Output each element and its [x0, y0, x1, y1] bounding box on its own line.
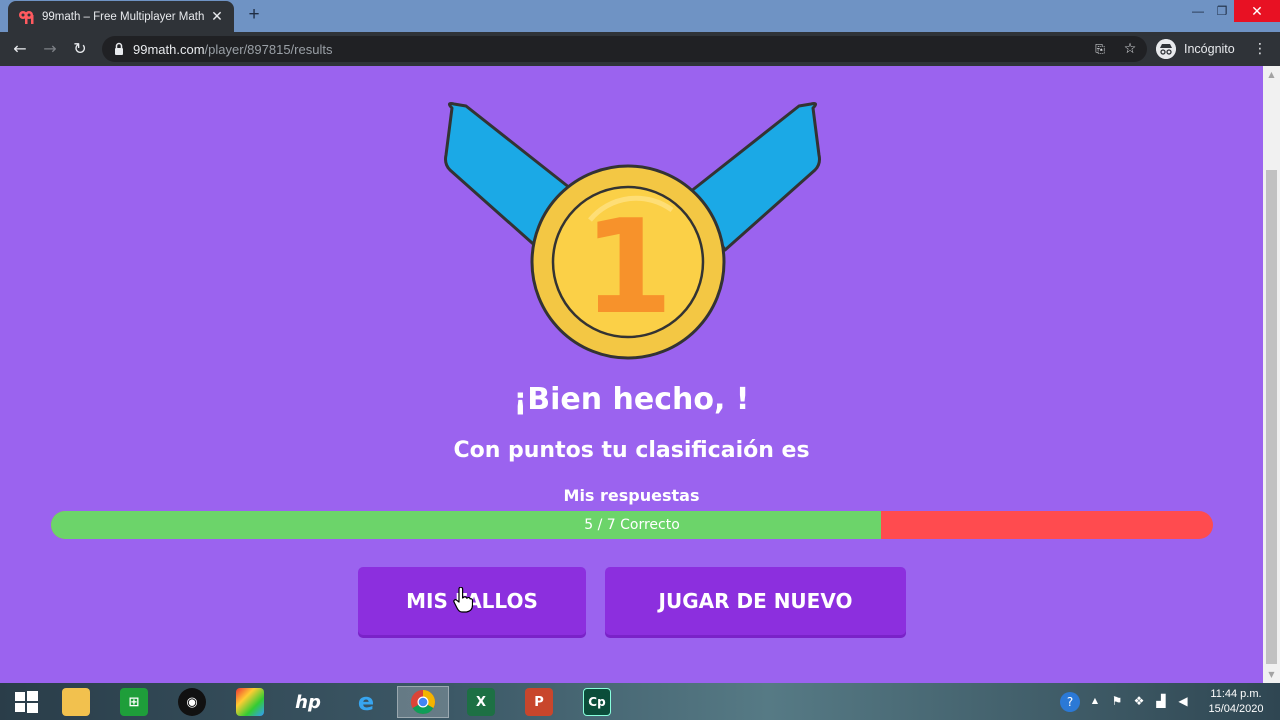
browser-tab[interactable]: 99math – Free Multiplayer Math ✕ — [8, 1, 234, 32]
back-arrow-icon[interactable]: ← — [9, 39, 31, 59]
scroll-up-arrow-icon[interactable]: ▲ — [1263, 66, 1280, 83]
taskbar-obs[interactable]: ◉ — [166, 686, 218, 718]
translate-icon[interactable]: ⎘ — [1092, 41, 1108, 57]
browser-menu-icon[interactable]: ⋮ — [1252, 40, 1268, 58]
store-icon: ⊞ — [120, 688, 148, 716]
gold-medal-image: 1 — [444, 102, 821, 360]
hp-icon: hp — [295, 691, 321, 713]
obs-icon: ◉ — [178, 688, 206, 716]
taskbar-store[interactable]: ⊞ — [108, 686, 160, 718]
chrome-icon — [411, 690, 435, 715]
folder-icon — [62, 688, 90, 716]
taskbar-clock[interactable]: 11:44 p.m. 15/04/2020 — [1200, 687, 1272, 717]
clock-time: 11:44 p.m. — [1210, 688, 1262, 700]
incognito-label: Incógnito — [1184, 42, 1235, 56]
page-scrollbar[interactable]: ▲ ▼ — [1263, 66, 1280, 683]
taskbar-captivate[interactable]: Cp — [571, 686, 623, 718]
action-center-flag-icon[interactable]: ⚑ — [1108, 692, 1126, 710]
window-minimize-button[interactable]: — — [1186, 0, 1210, 22]
browser-titlebar: 99math – Free Multiplayer Math ✕ + — ❐ ✕ — [0, 0, 1280, 32]
powerpoint-icon: P — [525, 688, 553, 716]
taskbar-photo-app[interactable] — [224, 686, 276, 718]
incognito-indicator[interactable]: Incógnito — [1156, 38, 1235, 60]
start-button[interactable] — [0, 686, 52, 718]
ranking-text: Con puntos tu clasificaión es — [453, 438, 810, 463]
window-restore-button[interactable]: ❐ — [1210, 0, 1234, 22]
network-signal-icon[interactable]: ▟ — [1152, 692, 1170, 710]
lock-icon — [115, 42, 123, 55]
taskbar-chrome[interactable] — [397, 686, 449, 718]
clock-date: 15/04/2020 — [1208, 703, 1264, 715]
medal-number: 1 — [583, 191, 673, 343]
help-icon[interactable]: ? — [1060, 692, 1080, 712]
tab-title: 99math – Free Multiplayer Math — [42, 10, 204, 23]
reload-icon[interactable]: ↻ — [69, 39, 91, 59]
dropbox-icon[interactable]: ❖ — [1130, 692, 1148, 710]
taskbar-internet-explorer[interactable]: e — [340, 686, 392, 718]
url-path: /player/897815/results — [204, 42, 333, 57]
url-domain: 99math.com — [133, 42, 205, 57]
congrats-heading: ¡Bien hecho, ! — [513, 382, 750, 417]
tab-close-icon[interactable]: ✕ — [208, 8, 226, 25]
taskbar-file-explorer[interactable] — [50, 686, 102, 718]
taskbar-excel[interactable]: X — [455, 686, 507, 718]
99math-favicon-icon — [19, 10, 34, 24]
forward-arrow-icon[interactable]: → — [39, 39, 61, 59]
taskbar-powerpoint[interactable]: P — [513, 686, 565, 718]
bookmark-star-icon[interactable]: ☆ — [1122, 41, 1138, 57]
play-again-button[interactable]: JUGAR DE NUEVO — [605, 567, 906, 635]
url-text[interactable]: 99math.com/player/897815/results — [133, 42, 332, 57]
volume-muted-icon[interactable]: ◀ — [1174, 692, 1192, 710]
scroll-down-arrow-icon[interactable]: ▼ — [1263, 666, 1280, 683]
progress-label: 5 / 7 Correcto — [584, 517, 680, 533]
scrollbar-thumb[interactable] — [1266, 170, 1277, 664]
internet-explorer-icon: e — [357, 688, 375, 716]
windows-logo-icon — [15, 691, 38, 713]
hand-cursor-icon — [453, 587, 473, 613]
new-tab-button[interactable]: + — [244, 5, 264, 25]
answers-label: Mis respuestas — [563, 486, 700, 505]
excel-icon: X — [467, 688, 495, 716]
tray-expand-icon[interactable]: ▲ — [1086, 692, 1104, 710]
photo-app-icon — [236, 688, 264, 716]
captivate-icon: Cp — [583, 688, 611, 716]
window-close-button[interactable]: ✕ — [1234, 0, 1280, 22]
taskbar-hp[interactable]: hp — [282, 686, 334, 718]
answers-progress-bar: 5 / 7 Correcto — [51, 511, 1213, 539]
incognito-icon — [1156, 39, 1176, 59]
